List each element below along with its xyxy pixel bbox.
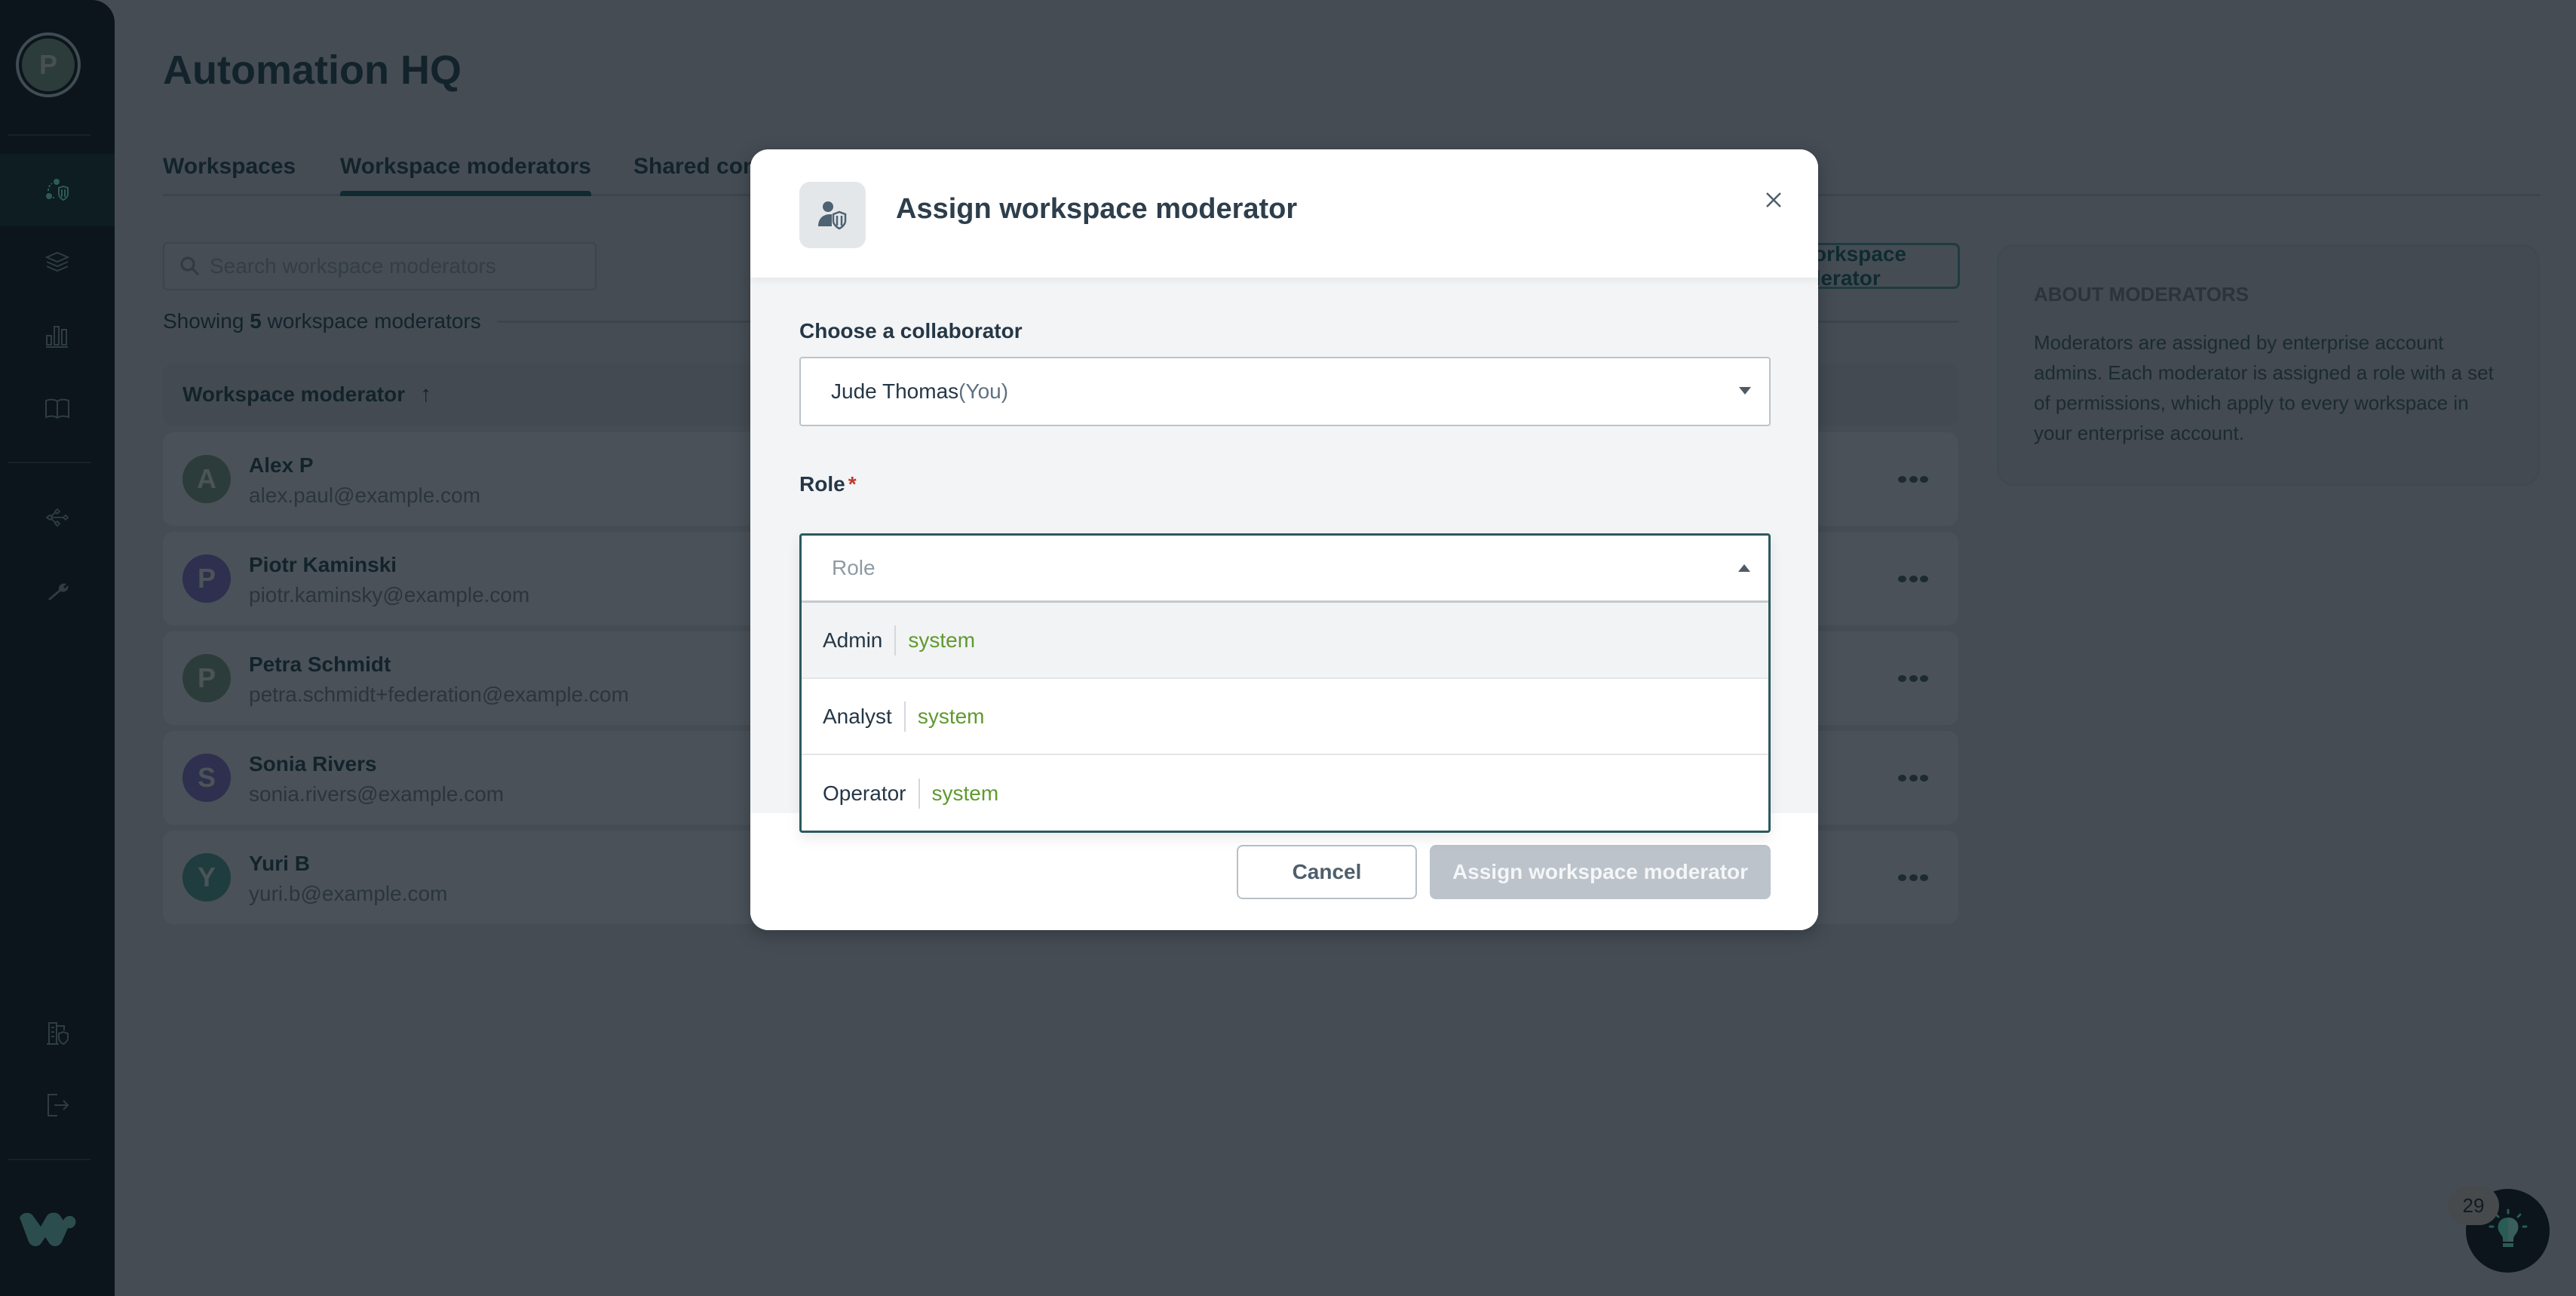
dialog-header: Assign workspace moderator — [750, 149, 1818, 278]
role-option-tag: system — [917, 704, 985, 728]
collaborator-label: Choose a collaborator — [799, 319, 1023, 342]
role-placeholder: Role — [832, 556, 876, 579]
option-separator — [918, 778, 920, 809]
role-option-label: Analyst — [823, 704, 892, 728]
role-option-label: Operator — [823, 781, 906, 805]
close-icon[interactable] — [1761, 187, 1786, 213]
option-separator — [894, 625, 897, 656]
cancel-button[interactable]: Cancel — [1237, 845, 1417, 899]
assign-workspace-moderator-button[interactable]: Assign workspace moderator — [1430, 845, 1771, 899]
required-asterisk: * — [848, 472, 857, 496]
collaborator-value: Jude Thomas — [831, 379, 959, 403]
role-option-admin[interactable]: Admin system — [802, 603, 1768, 679]
dialog-icon-container — [799, 182, 866, 248]
collaborator-select[interactable]: Jude Thomas (You) — [799, 357, 1771, 426]
chevron-down-icon — [1739, 387, 1751, 395]
role-option-analyst[interactable]: Analyst system — [802, 679, 1768, 755]
role-label: Role * — [799, 472, 857, 496]
role-option-tag: system — [908, 628, 976, 652]
role-option-operator[interactable]: Operator system — [802, 755, 1768, 831]
option-separator — [903, 701, 906, 732]
role-label-text: Role — [799, 472, 845, 496]
role-options-list: Admin system Analyst system Operator system — [802, 603, 1768, 831]
dialog-title: Assign workspace moderator — [896, 193, 1298, 225]
assign-moderator-dialog: Assign workspace moderator Choose a coll… — [750, 149, 1818, 930]
role-combobox: Role Admin system Analyst system Operator sys… — [799, 533, 1771, 833]
role-option-label: Admin — [823, 628, 883, 652]
user-shield-icon — [818, 201, 847, 230]
role-select[interactable]: Role — [802, 536, 1768, 603]
chevron-up-icon — [1738, 564, 1750, 572]
role-option-tag: system — [931, 781, 999, 805]
collaborator-you-suffix: (You) — [958, 379, 1009, 403]
